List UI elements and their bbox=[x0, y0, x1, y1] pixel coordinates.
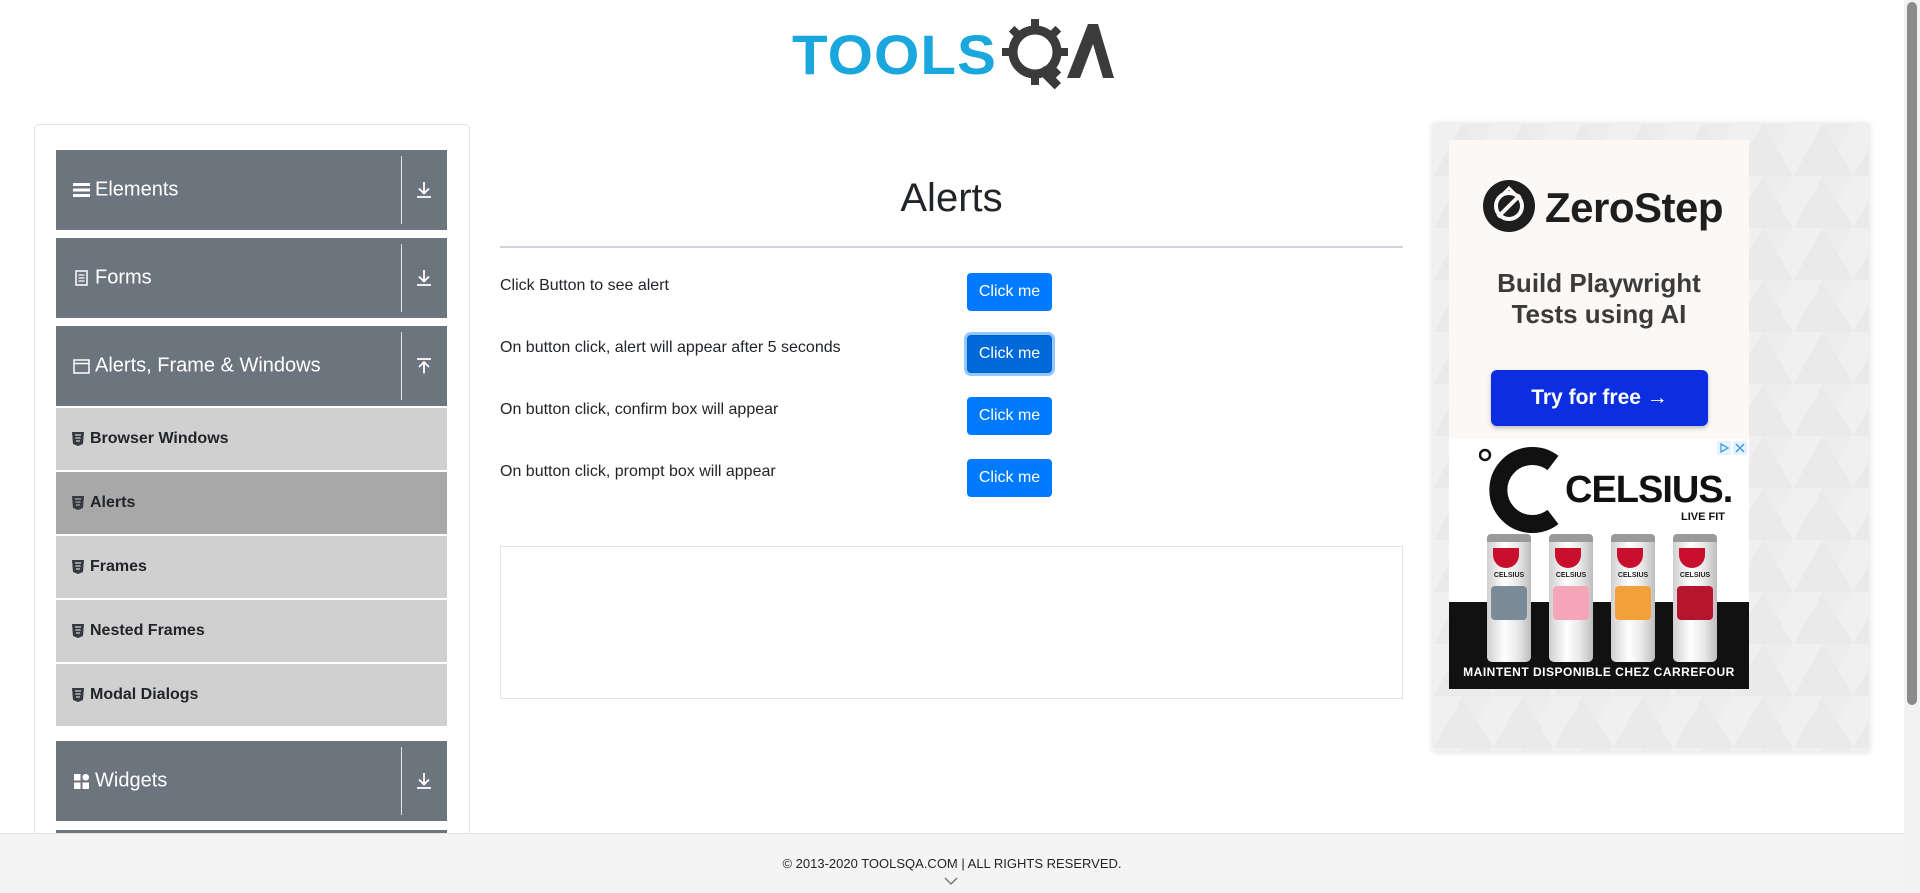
divider bbox=[401, 156, 402, 224]
celsius-ad[interactable]: CELSIUS. LIVE FIT CELSIUS CELSIUS CELSIU… bbox=[1449, 439, 1749, 689]
celsius-can-image: CELSIUS bbox=[1549, 534, 1593, 662]
result-box bbox=[500, 546, 1403, 699]
celsius-can-image: CELSIUS bbox=[1487, 534, 1531, 662]
sidebar-group-forms[interactable]: Forms bbox=[56, 238, 447, 318]
ad-container: ZeroStep Build Playwright Tests using AI… bbox=[1433, 124, 1869, 752]
try-for-free-button[interactable]: Try for free → bbox=[1491, 370, 1708, 426]
upload-arrow-icon[interactable] bbox=[413, 355, 435, 377]
tagline-line: Tests using AI bbox=[1511, 299, 1687, 329]
zerostep-brand: ZeroStep bbox=[1545, 184, 1724, 231]
copyright-text: © 2013-2020 TOOLSQA.COM | ALL RIGHTS RES… bbox=[782, 856, 1122, 871]
footer: © 2013-2020 TOOLSQA.COM | ALL RIGHTS RES… bbox=[0, 833, 1904, 893]
sidebar-item-alerts[interactable]: Alerts bbox=[56, 472, 447, 534]
prompt-description: On button click, prompt box will appear bbox=[500, 463, 776, 480]
window-icon bbox=[72, 357, 90, 375]
sidebar-group-elements[interactable]: Elements bbox=[56, 150, 447, 230]
celsius-logo-icon bbox=[1479, 447, 1559, 533]
sidebar-item-label: Browser Windows bbox=[90, 430, 229, 447]
html5-icon bbox=[72, 560, 84, 574]
celsius-can-image: CELSIUS bbox=[1611, 534, 1655, 662]
download-arrow-icon[interactable] bbox=[413, 179, 435, 201]
sidebar-item-modal-dialogs[interactable]: Modal Dialogs bbox=[56, 664, 447, 726]
sidebar-item-browser-windows[interactable]: Browser Windows bbox=[56, 408, 447, 470]
toolsqa-logo[interactable]: TOOLS bbox=[792, 14, 1114, 92]
prompt-button[interactable]: Click me bbox=[967, 459, 1052, 497]
celsius-footer-text: MAINTENT DISPONIBLE CHEZ CARREFOUR bbox=[1463, 665, 1735, 679]
alert-button[interactable]: Click me bbox=[967, 273, 1052, 311]
celsius-brand: CELSIUS. bbox=[1565, 469, 1733, 511]
divider bbox=[401, 244, 402, 312]
download-arrow-icon[interactable] bbox=[413, 267, 435, 289]
alert-row: Click Button to see alert Click me bbox=[500, 273, 1403, 313]
zerostep-tagline: Build Playwright Tests using AI bbox=[1449, 268, 1749, 330]
divider bbox=[401, 747, 402, 815]
html5-icon bbox=[72, 688, 84, 702]
scrollbar-thumb[interactable] bbox=[1907, 2, 1917, 705]
alert-row: On button click, prompt box will appear … bbox=[500, 459, 1403, 499]
download-arrow-icon[interactable] bbox=[413, 770, 435, 792]
sidebar-group-widgets[interactable]: Widgets bbox=[56, 741, 447, 821]
sidebar-group-label: Elements bbox=[95, 178, 179, 201]
zerostep-logo-icon bbox=[1483, 180, 1535, 232]
tagline-line: Build Playwright bbox=[1497, 268, 1701, 298]
timer-alert-button[interactable]: Click me bbox=[967, 335, 1052, 373]
sidebar-item-nested-frames[interactable]: Nested Frames bbox=[56, 600, 447, 662]
page: TOOLS Elements Forms Alerts, Frame & Win… bbox=[0, 0, 1920, 893]
zerostep-ad[interactable]: ZeroStep Build Playwright Tests using AI… bbox=[1449, 140, 1749, 440]
confirm-button[interactable]: Click me bbox=[967, 397, 1052, 435]
grid-icon bbox=[72, 772, 90, 790]
sidebar-group-label: Widgets bbox=[95, 769, 168, 792]
alert-row: On button click, alert will appear after… bbox=[500, 335, 1403, 375]
title-divider bbox=[500, 246, 1403, 248]
timer-alert-description: On button click, alert will appear after… bbox=[500, 339, 841, 356]
sidebar-item-frames[interactable]: Frames bbox=[56, 536, 447, 598]
alert-row: On button click, confirm box will appear… bbox=[500, 397, 1403, 437]
sidebar-item-label: Nested Frames bbox=[90, 622, 205, 639]
alert-description: Click Button to see alert bbox=[500, 277, 669, 294]
chevron-down-icon[interactable] bbox=[944, 876, 958, 886]
celsius-can-image: CELSIUS bbox=[1673, 534, 1717, 662]
close-icon[interactable] bbox=[1733, 441, 1747, 455]
confirm-description: On button click, confirm box will appear bbox=[500, 401, 779, 418]
celsius-subtitle: LIVE FIT bbox=[1681, 511, 1725, 523]
html5-icon bbox=[72, 624, 84, 638]
sidebar-group-label: Forms bbox=[95, 266, 152, 289]
svg-text:TOOLS: TOOLS bbox=[792, 23, 997, 86]
hamburger-icon bbox=[72, 181, 90, 199]
html5-icon bbox=[72, 496, 84, 510]
sidebar: Elements Forms Alerts, Frame & Windows B… bbox=[34, 124, 470, 884]
adchoices-icon[interactable] bbox=[1717, 441, 1747, 455]
divider bbox=[401, 332, 402, 400]
html5-icon bbox=[72, 432, 84, 446]
scrollbar[interactable] bbox=[1904, 0, 1920, 893]
sidebar-group-alerts-frame-windows[interactable]: Alerts, Frame & Windows bbox=[56, 326, 447, 406]
sidebar-item-label: Frames bbox=[90, 558, 147, 575]
sidebar-item-label: Alerts bbox=[90, 494, 136, 511]
sidebar-group-label: Alerts, Frame & Windows bbox=[95, 354, 321, 377]
page-title: Alerts bbox=[900, 176, 1003, 220]
document-icon bbox=[72, 269, 90, 287]
sidebar-item-label: Modal Dialogs bbox=[90, 686, 199, 703]
